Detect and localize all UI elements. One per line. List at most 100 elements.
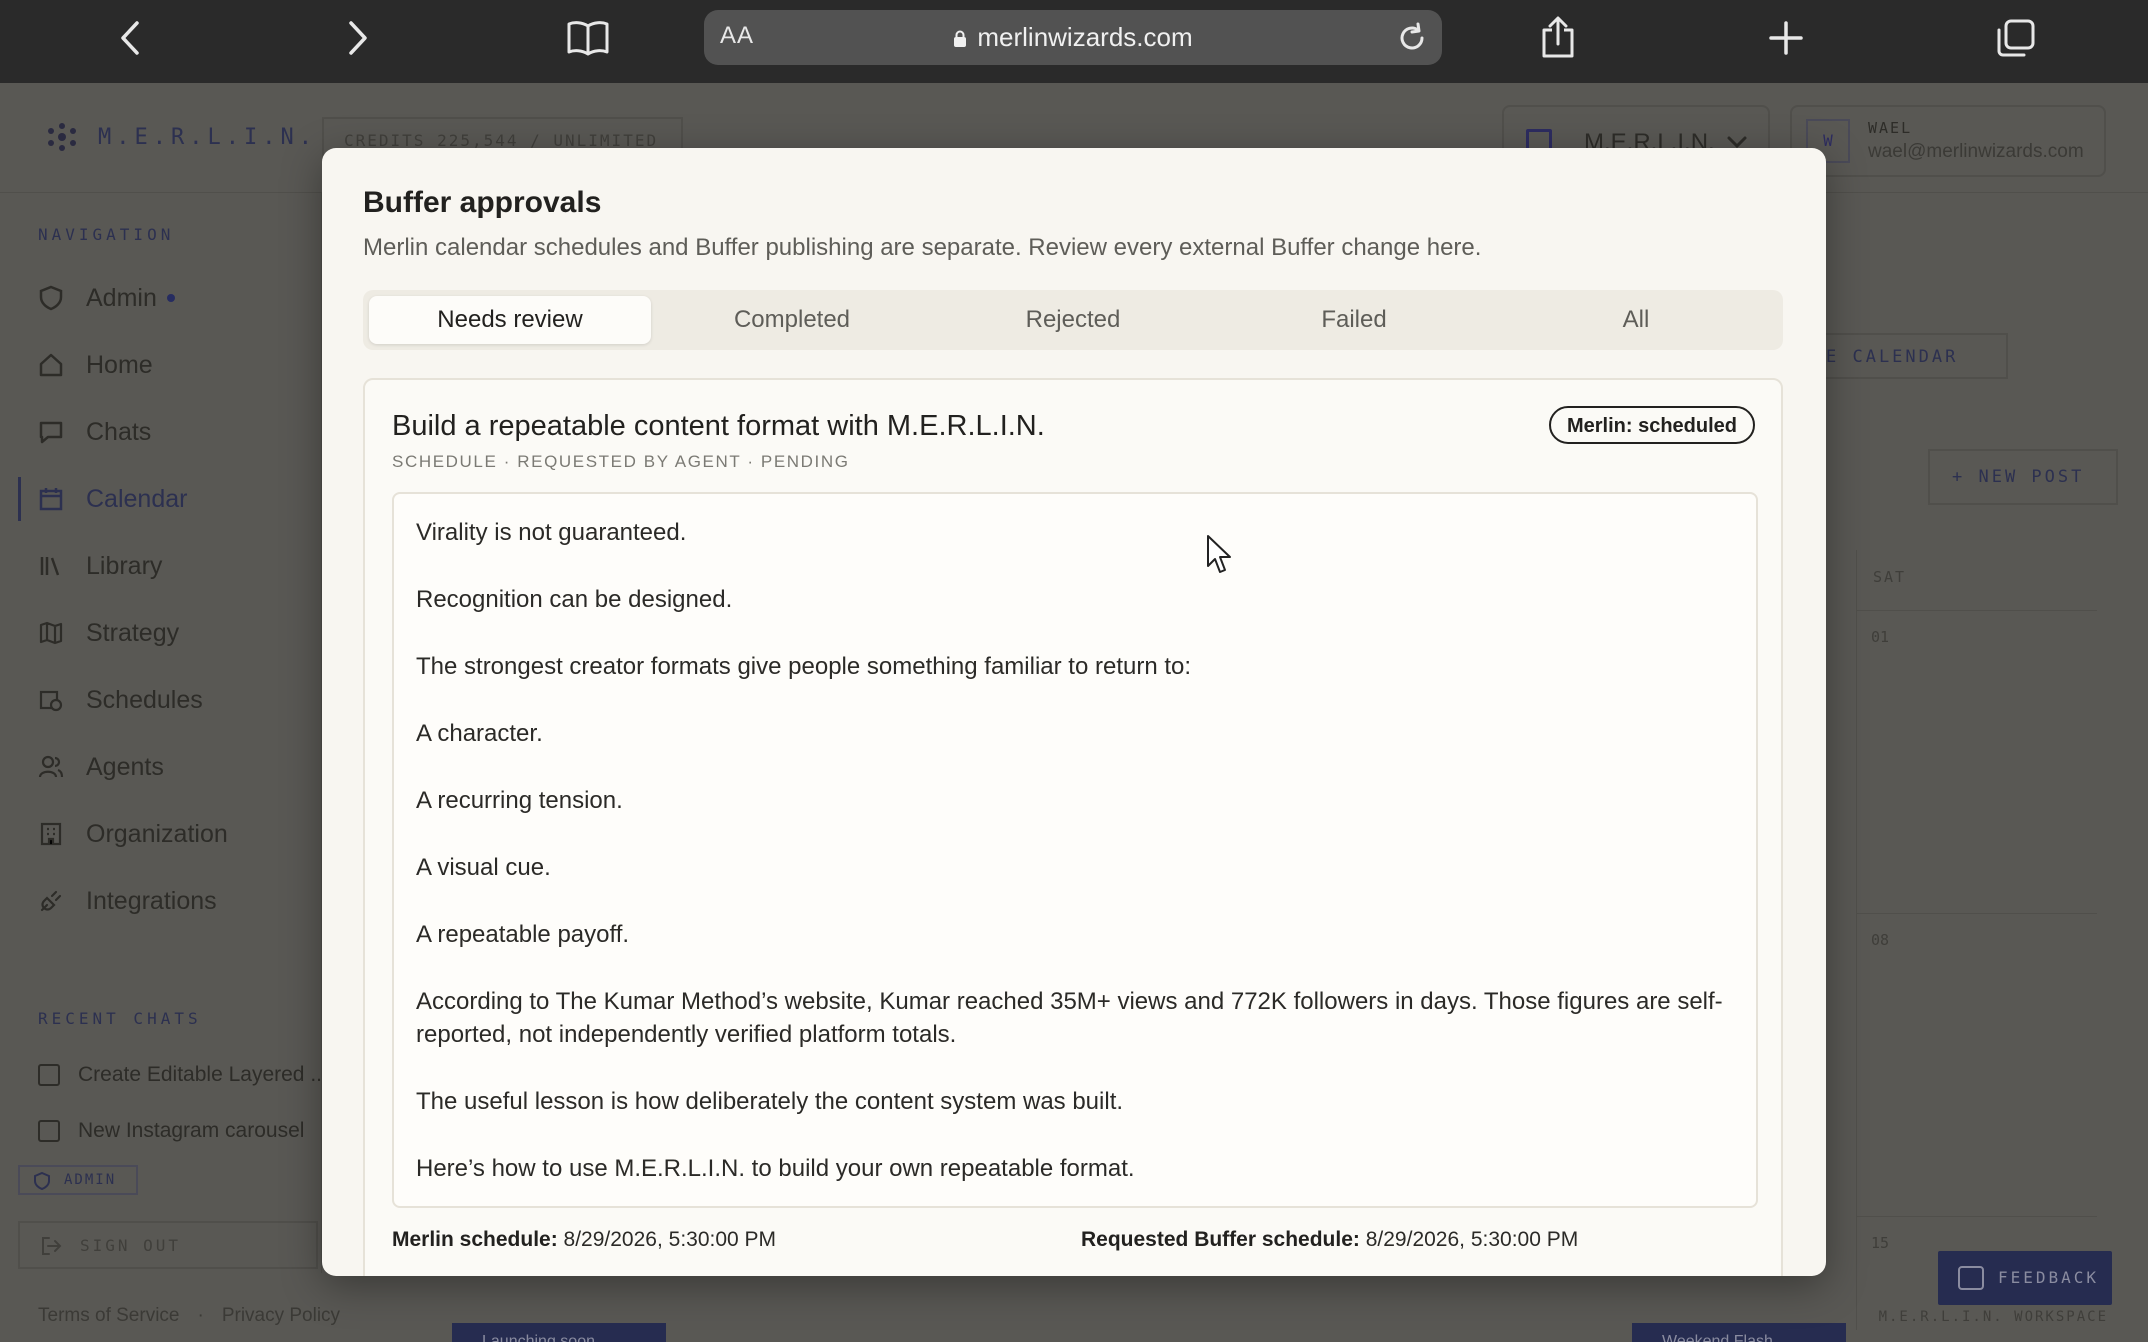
body-paragraph: A recurring tension. bbox=[416, 787, 623, 814]
recent-chat-item[interactable]: New Instagram carousel bbox=[38, 1111, 304, 1151]
tabs-icon bbox=[1997, 19, 2035, 57]
filter-tabs: Needs review Completed Rejected Failed A… bbox=[363, 290, 1783, 350]
tab-all[interactable]: All bbox=[1495, 296, 1777, 344]
merlin-schedule: Merlin schedule: 8/29/2026, 5:30:00 PM bbox=[392, 1228, 776, 1252]
sidebar-item-schedules[interactable]: Schedules bbox=[38, 675, 318, 725]
sidebar-item-label: Home bbox=[86, 350, 153, 379]
notification-dot bbox=[166, 294, 175, 302]
logout-icon bbox=[42, 1237, 62, 1255]
sidebar-item-library[interactable]: Library bbox=[38, 541, 318, 591]
day-number: 15 bbox=[1871, 1234, 1890, 1252]
back-button[interactable] bbox=[100, 10, 160, 66]
chat-icon bbox=[39, 421, 63, 444]
sidebar-item-label: Library bbox=[86, 551, 163, 580]
calendar-event[interactable]: Launching soon bbox=[452, 1323, 666, 1342]
active-indicator bbox=[18, 477, 21, 521]
status-badge: Merlin: scheduled bbox=[1548, 406, 1755, 444]
agents-icon bbox=[38, 755, 64, 778]
sidebar-item-organization[interactable]: Organization bbox=[38, 809, 318, 859]
recent-chat-item[interactable]: Create Editable Layered ... bbox=[38, 1055, 328, 1095]
logo-text: M.E.R.L.I.N. bbox=[98, 125, 317, 150]
post-body: Virality is not guaranteed. Recognition … bbox=[392, 492, 1758, 1208]
feedback-button[interactable]: FEEDBACK bbox=[1938, 1251, 2112, 1305]
schedule-icon bbox=[39, 690, 63, 712]
share-button[interactable] bbox=[1528, 10, 1588, 66]
sidebar-item-calendar[interactable]: Calendar bbox=[38, 474, 318, 524]
workspace-tag: M.E.R.L.I.N. WORKSPACE bbox=[1878, 1309, 2108, 1325]
feedback-label: FEEDBACK bbox=[1998, 1268, 2100, 1287]
merlin-schedule-label: Merlin schedule: bbox=[392, 1228, 558, 1251]
card-title: Build a repeatable content format with M… bbox=[392, 410, 1045, 442]
calendar-action-button[interactable]: E CALENDAR bbox=[1808, 333, 2008, 379]
sidebar-item-chats[interactable]: Chats bbox=[38, 407, 318, 457]
user-email: wael@merlinwizards.com bbox=[1868, 141, 2084, 162]
admin-badge: ADMIN bbox=[18, 1165, 138, 1195]
sidebar-item-label: Calendar bbox=[86, 484, 188, 513]
sidebar-item-strategy[interactable]: Strategy bbox=[38, 608, 318, 658]
terms-link[interactable]: Terms of Service bbox=[38, 1305, 179, 1326]
buffer-schedule-label: Requested Buffer schedule: bbox=[1081, 1228, 1360, 1251]
body-paragraph: Recognition can be designed. bbox=[416, 586, 733, 613]
sidebar-item-label: Admin bbox=[86, 283, 157, 312]
reload-icon bbox=[1400, 22, 1424, 50]
tab-completed[interactable]: Completed bbox=[651, 296, 933, 344]
shield-icon bbox=[39, 285, 63, 311]
body-paragraph: Virality is not guaranteed. bbox=[416, 519, 687, 546]
forward-button[interactable] bbox=[328, 10, 388, 66]
bookmarks-button[interactable] bbox=[558, 10, 618, 66]
buffer-schedule-value: 8/29/2026, 5:30:00 PM bbox=[1365, 1228, 1579, 1251]
sidebar-item-label: Agents bbox=[86, 752, 164, 781]
body-paragraph: A character. bbox=[416, 720, 543, 747]
tab-rejected[interactable]: Rejected bbox=[932, 296, 1214, 344]
calendar-grid-column: SAT 01 08 15 bbox=[1856, 550, 2097, 1330]
merlin-schedule-value: 8/29/2026, 5:30:00 PM bbox=[563, 1228, 777, 1251]
day-number: 08 bbox=[1871, 931, 1890, 949]
book-icon bbox=[567, 21, 609, 56]
new-tab-button[interactable] bbox=[1756, 10, 1816, 66]
privacy-link[interactable]: Privacy Policy bbox=[222, 1305, 340, 1326]
calendar-icon bbox=[39, 488, 63, 511]
sign-out-button[interactable]: SIGN OUT bbox=[18, 1221, 318, 1269]
library-icon bbox=[40, 557, 60, 576]
grid-line bbox=[1857, 610, 2097, 611]
user-menu[interactable]: W WAEL wael@merlinwizards.com bbox=[1790, 105, 2106, 177]
sidebar-item-label: Integrations bbox=[86, 886, 217, 915]
body-paragraph: A visual cue. bbox=[416, 854, 551, 881]
tab-needs-review[interactable]: Needs review bbox=[369, 296, 651, 344]
footer-separator: · bbox=[197, 1305, 204, 1326]
reload-button[interactable] bbox=[1394, 20, 1430, 56]
body-paragraph: The useful lesson is how deliberately th… bbox=[416, 1088, 1124, 1115]
sidebar-item-agents[interactable]: Agents bbox=[38, 742, 318, 792]
address-bar[interactable]: AA merlinwizards.com bbox=[704, 10, 1442, 65]
lock-icon bbox=[954, 30, 967, 47]
share-icon bbox=[1542, 16, 1574, 58]
grid-line bbox=[1857, 1216, 2097, 1217]
body-paragraph: According to The Kumar Method’s website,… bbox=[416, 988, 1723, 1048]
day-number: 01 bbox=[1871, 628, 1890, 646]
sidebar-item-label: Strategy bbox=[86, 618, 180, 647]
modal-subtitle: Merlin calendar schedules and Buffer pub… bbox=[363, 234, 1482, 261]
buffer-approvals-modal: Buffer approvals Merlin calendar schedul… bbox=[322, 148, 1826, 1276]
modal-title: Buffer approvals bbox=[363, 186, 602, 219]
buffer-schedule: Requested Buffer schedule: 8/29/2026, 5:… bbox=[1081, 1228, 1578, 1252]
new-post-button[interactable]: + NEW POST bbox=[1928, 449, 2118, 505]
shield-icon bbox=[34, 1172, 50, 1190]
tab-failed[interactable]: Failed bbox=[1213, 296, 1495, 344]
url-display: merlinwizards.com bbox=[704, 22, 1442, 53]
sign-out-label: SIGN OUT bbox=[80, 1236, 182, 1255]
browser-toolbar: AA merlinwizards.com bbox=[0, 0, 2148, 83]
body-paragraph: A repeatable payoff. bbox=[416, 921, 630, 948]
sidebar-item-admin[interactable]: Admin bbox=[38, 273, 318, 323]
building-icon bbox=[40, 822, 62, 846]
tabs-overview-button[interactable] bbox=[1986, 10, 2046, 66]
grid-line bbox=[1857, 913, 2097, 914]
sidebar-item-integrations[interactable]: Integrations bbox=[38, 876, 318, 926]
chat-icon bbox=[38, 1064, 60, 1086]
plus-icon bbox=[1769, 21, 1803, 55]
admin-badge-label: ADMIN bbox=[64, 1172, 117, 1188]
sidebar-item-label: Chats bbox=[86, 417, 152, 446]
chat-icon bbox=[38, 1120, 60, 1142]
sidebar-item-home[interactable]: Home bbox=[38, 340, 318, 390]
map-icon bbox=[39, 621, 63, 645]
calendar-event[interactable]: Weekend Flash bbox=[1632, 1323, 1846, 1342]
